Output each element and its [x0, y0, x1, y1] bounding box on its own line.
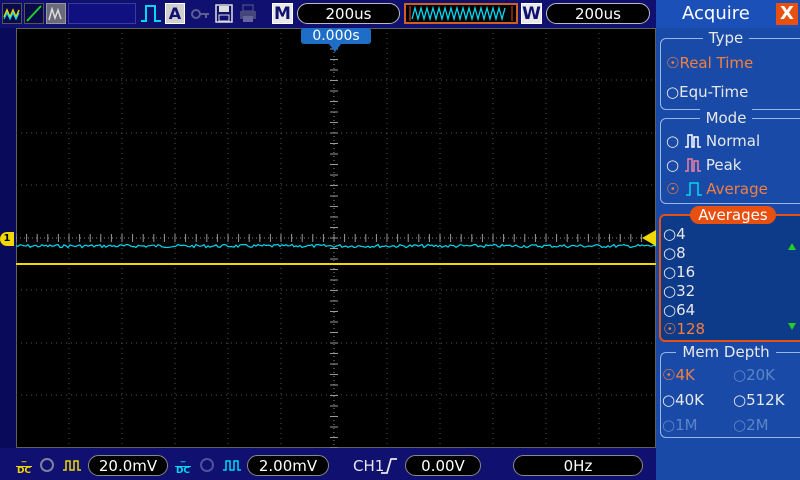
- print-icon: [238, 3, 258, 24]
- close-icon[interactable]: X: [776, 3, 798, 25]
- graticule: [16, 28, 656, 448]
- type-option-equ-time[interactable]: ○Equ-Time: [666, 83, 748, 101]
- mem-depth-section-title: Mem Depth: [656, 343, 796, 361]
- mem-option-1m[interactable]: ○1M: [662, 416, 698, 434]
- main-timebase-value: 200us: [297, 3, 400, 24]
- waveform-icon[interactable]: [2, 3, 22, 24]
- window-timebase-key[interactable]: W: [521, 3, 542, 24]
- top-toolbar: A M 200us W 200us: [0, 0, 656, 28]
- averages-option-128[interactable]: ☉128: [663, 320, 705, 338]
- trigger-position-readout: 0.000s: [301, 28, 371, 44]
- ch1-scale[interactable]: 20.0mV: [88, 455, 168, 476]
- trigger-level-marker[interactable]: [642, 230, 656, 246]
- mem-option-512k[interactable]: ○512K: [733, 391, 785, 409]
- mem-option-40k[interactable]: ○40K: [662, 391, 704, 409]
- average-mode-icon: [686, 182, 703, 196]
- scroll-up-icon[interactable]: [788, 243, 796, 250]
- ch1-ground-marker[interactable]: 1: [0, 232, 14, 246]
- save-icon[interactable]: [214, 3, 234, 24]
- status-field: [68, 3, 136, 24]
- window-timebase-value: 200us: [546, 3, 650, 24]
- averages-option-32[interactable]: ○32: [663, 282, 695, 300]
- ch2-scale[interactable]: 2.00mV: [247, 455, 329, 476]
- trigger-level[interactable]: 0.00V: [405, 455, 481, 476]
- main-timebase-key[interactable]: M: [272, 3, 293, 24]
- type-section-title: Type: [656, 29, 796, 47]
- mode-option-average[interactable]: ☉ Average: [666, 180, 768, 198]
- scroll-down-icon[interactable]: [788, 323, 796, 330]
- pulse-trigger-icon[interactable]: [140, 3, 162, 24]
- ch1-bw-limit-icon: [38, 457, 56, 473]
- trigger-position-marker[interactable]: [329, 44, 341, 52]
- status-bar: ⎯ DC 20.0mV ⎯ DC 2.00mV CH1 0.00V 0Hz: [0, 448, 656, 480]
- averages-option-8[interactable]: ○8: [663, 244, 686, 262]
- key-icon: [190, 3, 210, 24]
- normal-mode-icon: [684, 134, 701, 148]
- mode-option-normal[interactable]: ○ Normal: [666, 132, 760, 150]
- averages-option-64[interactable]: ○64: [663, 301, 695, 319]
- mem-option-2m[interactable]: ○2M: [733, 416, 769, 434]
- averages-title: Averages: [690, 206, 776, 224]
- ch2-coupling: ⎯ DC: [175, 457, 191, 476]
- memory-window-indicator: [404, 3, 518, 24]
- averages-option-4[interactable]: ○4: [663, 225, 686, 243]
- vector-display-icon[interactable]: [24, 3, 44, 24]
- ch2-trace: [16, 243, 656, 249]
- ch1-invert-icon: [62, 457, 81, 473]
- averages-option-16[interactable]: ○16: [663, 263, 695, 281]
- type-option-real-time[interactable]: ☉Real Time: [666, 54, 753, 72]
- rising-edge-icon: [380, 457, 398, 475]
- ch2-invert-icon: [222, 457, 241, 473]
- peak-mode-icon: [684, 158, 701, 172]
- waveform-display[interactable]: [16, 28, 656, 448]
- mem-option-4k[interactable]: ☉4K: [662, 366, 695, 384]
- persistence-icon[interactable]: [46, 3, 66, 24]
- mem-option-20k[interactable]: ○20K: [733, 366, 775, 384]
- frequency-counter: 0Hz: [513, 455, 643, 476]
- mode-option-peak[interactable]: ○ Peak: [666, 156, 741, 174]
- auto-mode-icon[interactable]: A: [165, 3, 185, 24]
- ch2-bw-limit-icon: [198, 457, 216, 473]
- ch1-coupling: ⎯ DC: [16, 457, 32, 476]
- mode-section-title: Mode: [656, 109, 796, 127]
